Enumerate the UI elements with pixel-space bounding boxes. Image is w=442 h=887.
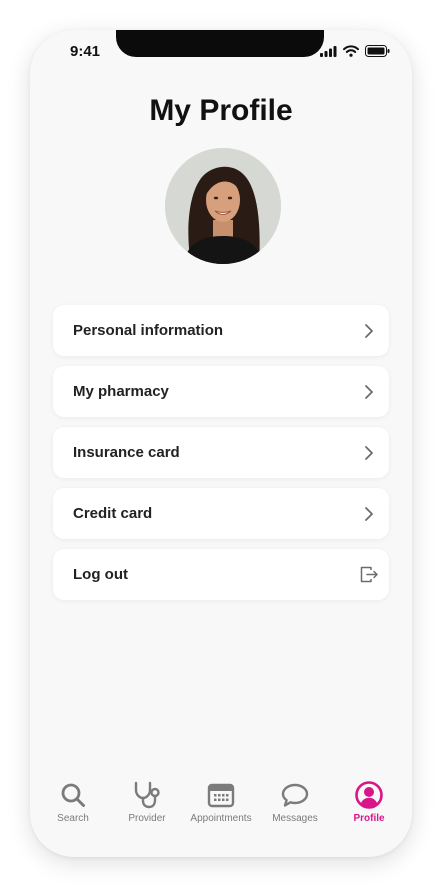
profile-menu: Personal information My pharmacy Insuran…	[53, 305, 389, 610]
search-icon	[60, 780, 86, 810]
chevron-right-icon	[359, 382, 379, 402]
chevron-right-icon	[359, 321, 379, 341]
device-notch	[116, 30, 324, 57]
calendar-icon	[207, 780, 235, 810]
menu-item-label: Personal information	[73, 322, 224, 339]
menu-item-personal-information[interactable]: Personal information	[53, 305, 389, 356]
tab-search[interactable]: Search	[38, 780, 108, 824]
stethoscope-icon	[132, 780, 162, 810]
menu-item-log-out[interactable]: Log out	[53, 549, 389, 600]
menu-item-label: My pharmacy	[73, 383, 169, 400]
tab-label: Appointments	[190, 813, 252, 824]
chevron-right-icon	[359, 504, 379, 524]
avatar	[165, 148, 281, 264]
tab-label: Search	[57, 813, 89, 824]
tab-label: Provider	[128, 813, 166, 824]
tab-bar: Search Provider Appointments Messages Pr…	[30, 780, 412, 830]
profile-photo	[165, 148, 281, 264]
menu-item-credit-card[interactable]: Credit card	[53, 488, 389, 539]
tab-profile[interactable]: Profile	[334, 780, 404, 824]
chevron-right-icon	[359, 443, 379, 463]
status-time: 9:41	[70, 43, 101, 60]
status-icons	[320, 45, 390, 57]
chat-bubble-icon	[281, 780, 309, 810]
signal-icon	[320, 45, 337, 57]
tab-provider[interactable]: Provider	[112, 780, 182, 824]
menu-item-label: Insurance card	[73, 444, 180, 461]
page-title: My Profile	[149, 94, 293, 127]
battery-icon	[365, 45, 390, 57]
menu-item-insurance-card[interactable]: Insurance card	[53, 427, 389, 478]
phone-frame: 9:41 My Profile Personal information My …	[30, 30, 412, 857]
tab-label: Profile	[353, 813, 385, 824]
menu-item-label: Log out	[73, 566, 128, 583]
menu-item-label: Credit card	[73, 505, 153, 522]
logout-icon	[359, 565, 379, 585]
tab-appointments[interactable]: Appointments	[186, 780, 256, 824]
wifi-icon	[343, 45, 359, 57]
tab-messages[interactable]: Messages	[260, 780, 330, 824]
menu-item-my-pharmacy[interactable]: My pharmacy	[53, 366, 389, 417]
user-circle-icon	[355, 780, 383, 810]
tab-label: Messages	[272, 813, 318, 824]
